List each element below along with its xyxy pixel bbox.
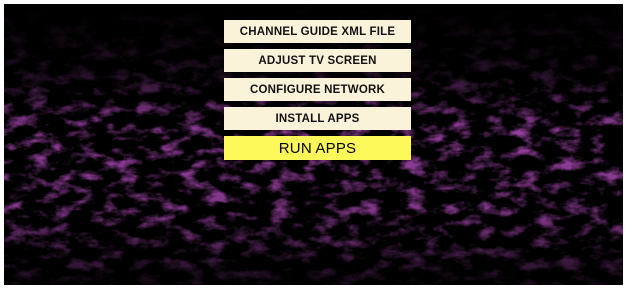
tv-screen: CHANNEL GUIDE XML FILE ADJUST TV SCREEN … [4, 4, 623, 285]
menu-item-configure-network[interactable]: CONFIGURE NETWORK [224, 78, 411, 101]
main-menu: CHANNEL GUIDE XML FILE ADJUST TV SCREEN … [224, 20, 411, 166]
menu-item-channel-guide-xml-file[interactable]: CHANNEL GUIDE XML FILE [224, 20, 411, 43]
menu-item-run-apps[interactable]: RUN APPS [224, 136, 411, 160]
menu-item-install-apps[interactable]: INSTALL APPS [224, 107, 411, 130]
menu-item-adjust-tv-screen[interactable]: ADJUST TV SCREEN [224, 49, 411, 72]
